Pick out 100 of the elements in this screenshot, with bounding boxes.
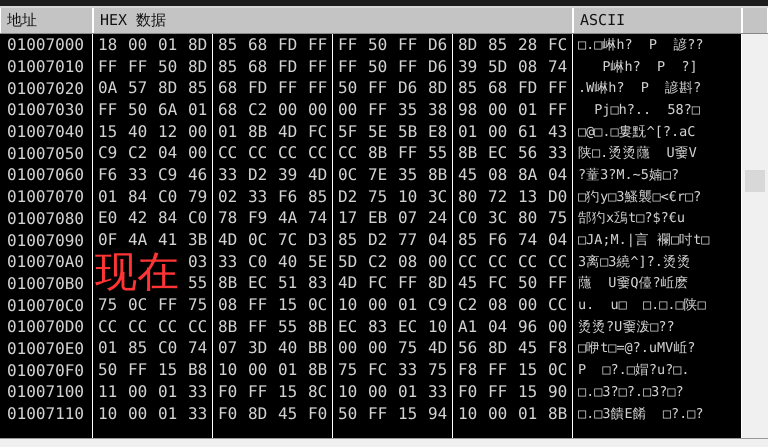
hex-byte: 7E (368, 164, 388, 185)
hex-byte: FF (368, 404, 388, 424)
hex-byte: 3D (248, 338, 268, 358)
hex-byte: 74 (548, 56, 568, 77)
hex-byte: 01 (158, 382, 178, 402)
hex-byte: FF (548, 273, 568, 294)
hex-byte: FC (368, 273, 388, 294)
hex-byte: B8 (188, 360, 208, 380)
hex-byte: 75 (188, 295, 208, 316)
hex-byte: FF (278, 78, 298, 98)
hex-byte: CC (128, 316, 148, 337)
hex-byte: 43 (548, 122, 568, 142)
address-cell: 010070A0 (0, 250, 93, 273)
hex-byte: 01 (518, 404, 538, 424)
hex-byte: FF (548, 78, 568, 98)
hex-byte: 01 (278, 360, 298, 380)
address-cell: 01007080 (0, 208, 93, 230)
hex-byte: 40 (278, 338, 298, 358)
column-header[interactable]: HEX 数据 (93, 8, 573, 33)
hex-byte: 50 (368, 34, 388, 55)
hex-byte: 3C (488, 208, 508, 228)
hex-byte: 15 (518, 382, 538, 402)
hex-byte: D3 (308, 230, 328, 250)
hex-byte: CC (488, 252, 508, 272)
hex-byte: C0 (458, 208, 478, 228)
hex-byte: 03 (188, 252, 208, 272)
hex-byte: FF (338, 56, 358, 77)
hex-byte: FF (398, 143, 418, 164)
column-header[interactable]: ASCII (573, 8, 742, 33)
hex-byte: 11 (98, 382, 118, 402)
hex-byte: 00 (488, 100, 508, 120)
hex-byte: 33 (248, 186, 268, 207)
hex-byte: FF (368, 100, 388, 120)
hex-byte: FF (308, 78, 328, 98)
address-cell: 01007110 (0, 402, 93, 424)
hex-byte: 01 (398, 295, 418, 316)
hex-byte: EC (488, 143, 508, 164)
address-cell: 010070F0 (0, 359, 93, 381)
hex-byte: CC (338, 143, 358, 164)
hex-byte: F8 (458, 360, 478, 380)
hex-byte: 33 (128, 164, 148, 185)
hex-byte: 04 (488, 316, 508, 337)
hex-byte: 08 (488, 295, 508, 316)
horizontal-scrollbar[interactable] (0, 438, 768, 447)
vertical-scrollbar[interactable] (742, 34, 768, 438)
address-cell: 010070D0 (0, 316, 93, 338)
hex-byte: C0 (248, 252, 268, 272)
hex-byte: E0 (98, 208, 118, 228)
hex-byte: 50 (158, 56, 178, 77)
hex-byte: FD (518, 78, 538, 98)
hex-byte: 00 (368, 382, 388, 402)
hex-byte: CC (458, 252, 478, 272)
hex-byte: 13 (518, 186, 538, 207)
column-header[interactable]: 地址 (0, 8, 93, 33)
hex-byte: 33 (218, 164, 238, 185)
address-cell: 01007040 (0, 120, 93, 142)
hex-byte: 35 (398, 164, 418, 185)
hex-byte: 4D (308, 164, 328, 185)
hex-byte: 84 (158, 208, 178, 228)
hex-byte: FF (398, 56, 418, 77)
hex-byte: 0C (248, 230, 268, 250)
hex-byte: 00 (248, 360, 268, 380)
hex-byte: 01 (158, 404, 178, 424)
hex-byte: 7C (278, 230, 298, 250)
hex-byte: 77 (398, 230, 418, 250)
hex-byte: 28 (518, 34, 538, 55)
hex-byte: 8D (428, 78, 448, 98)
hex-byte: CC (548, 295, 568, 316)
hex-byte: 33 (188, 382, 208, 402)
hex-byte: 83 (368, 316, 388, 337)
hex-byte: 85 (458, 230, 478, 250)
hex-byte: 8B (218, 273, 238, 294)
hex-byte: 00 (488, 122, 508, 142)
hex-byte: 18 (98, 34, 118, 55)
hex-byte: 8B (428, 164, 448, 185)
hex-byte: 0A (98, 78, 118, 98)
hex-byte: 8B (308, 316, 328, 337)
hex-byte: BB (308, 338, 328, 358)
hex-byte: C2 (368, 252, 388, 272)
hex-byte: 01 (98, 186, 118, 207)
hex-byte: CC (218, 143, 238, 164)
hex-byte: 04 (548, 164, 568, 185)
hex-byte: 8D (428, 273, 448, 294)
hex-byte: 40 (278, 252, 298, 272)
hex-byte: 72 (488, 186, 508, 207)
hex-byte: 8B (248, 122, 268, 142)
hex-byte: CC (98, 316, 118, 337)
hex-byte: A1 (458, 316, 478, 337)
hex-byte: 04 (428, 230, 448, 250)
hex-byte: 10 (428, 316, 448, 337)
hex-byte: 56 (518, 143, 538, 164)
hex-byte: 00 (368, 295, 388, 316)
hex-byte: 42 (128, 208, 148, 228)
hex-byte: 8D (248, 404, 268, 424)
scrollbar-thumb[interactable] (745, 170, 765, 192)
hex-byte: 75 (338, 360, 358, 380)
hex-byte: 39 (278, 164, 298, 185)
hex-byte: 0C (338, 164, 358, 185)
hex-byte: 8A (518, 164, 538, 185)
hex-byte: D2 (248, 164, 268, 185)
